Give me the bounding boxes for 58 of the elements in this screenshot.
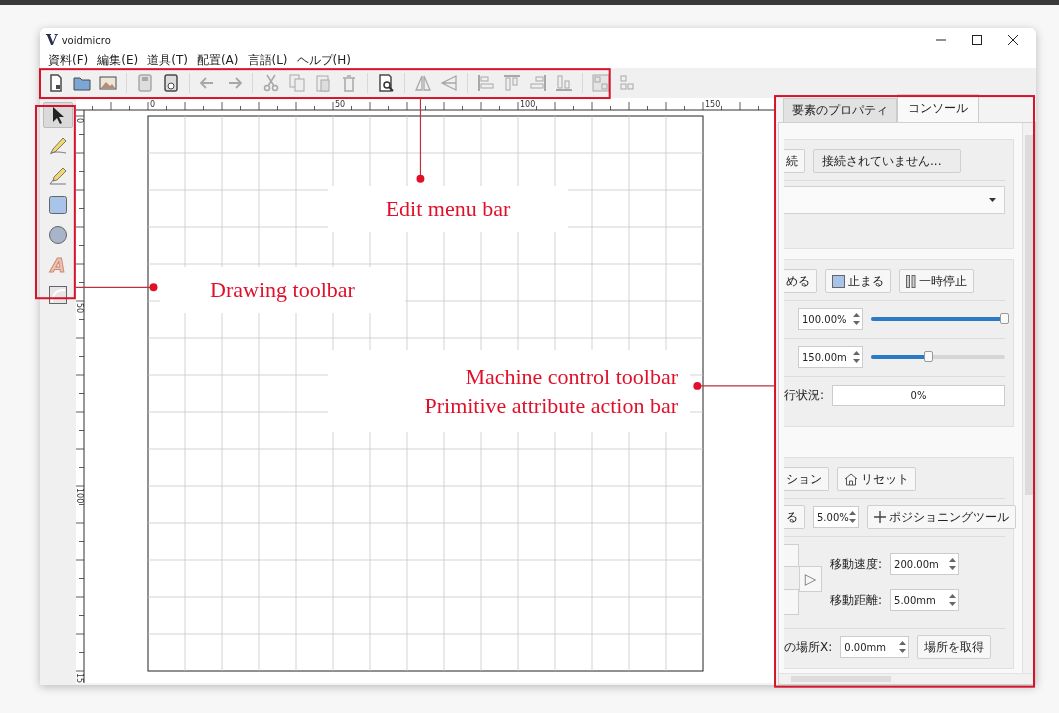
callout-label: Edit menu bar (384, 196, 512, 222)
positioning-tool-button[interactable]: ポジショニングツール (866, 505, 1016, 529)
pointer-icon[interactable] (43, 102, 73, 128)
jog-button[interactable] (784, 589, 799, 615)
origin-button[interactable]: ション (784, 467, 829, 491)
jog-right-button[interactable]: ▷ (799, 566, 822, 592)
move-button[interactable]: る (784, 505, 805, 529)
menu-item[interactable]: 編集(E) (97, 51, 139, 69)
reset-button[interactable]: リセット (837, 467, 916, 491)
menu-item[interactable]: 配置(A) (196, 51, 239, 69)
plus-icon (873, 511, 886, 523)
jog-button[interactable] (784, 544, 799, 567)
window-title: voidmicro (61, 34, 111, 46)
field-label: の場所X: (784, 638, 833, 656)
image-icon[interactable] (98, 73, 118, 93)
menu-item[interactable]: 資料(F) (48, 51, 89, 69)
location-button[interactable]: 場所を取得 (917, 635, 992, 659)
ruler-label: 100 (76, 488, 84, 504)
callout-label: Drawing toolbar (209, 277, 356, 303)
spin-box[interactable]: 5.00mm (890, 589, 960, 611)
close-icon[interactable] (1008, 35, 1018, 45)
start-button[interactable]: める (784, 269, 817, 293)
ruler-label: 50 (76, 303, 84, 314)
spin-box[interactable]: 200.00m (890, 553, 960, 575)
spin-box[interactable]: 100.00% (798, 308, 864, 330)
field-label: 移動距離: (830, 591, 883, 609)
port-dropdown[interactable] (784, 186, 1005, 214)
spin-box[interactable]: 150.00m (798, 346, 864, 368)
home-icon (844, 472, 858, 486)
scrollbar[interactable] (779, 673, 1035, 684)
pause-button[interactable]: 一時停止 (899, 269, 974, 293)
ruler-label: 50 (335, 100, 346, 109)
tab[interactable]: コンソール (897, 94, 979, 122)
connect-button[interactable]: 続 (784, 149, 805, 173)
ruler-label: 0 (150, 100, 156, 109)
connection-status-button[interactable]: 接続されていません... (813, 149, 961, 173)
menu-item[interactable]: 道具(T) (147, 51, 188, 69)
menu-item[interactable]: 言語(L) (247, 51, 288, 69)
stop-button[interactable]: 止まる (825, 269, 891, 293)
ruler-label: 100 (520, 100, 536, 109)
menu-item[interactable]: ヘルプ(H) (296, 51, 351, 69)
spin-box[interactable]: 0.00mm (840, 636, 910, 658)
maximize-icon[interactable] (972, 35, 982, 45)
stop-icon (832, 274, 845, 288)
ruler-label: 150 (705, 100, 721, 109)
ruler-label: 0 (76, 118, 84, 124)
callout-label: Primitive attribute action bar (423, 392, 678, 419)
app-logo: V (46, 31, 58, 49)
document-search-icon[interactable] (376, 73, 396, 93)
save-as-icon[interactable] (161, 73, 181, 93)
tab[interactable]: 要素のプロパティ (783, 98, 897, 122)
callout-label: Machine control toolbar (464, 363, 678, 390)
spin-box[interactable]: 5.00% (813, 506, 859, 528)
ruler-label: 15 (76, 673, 84, 683)
pause-icon (906, 274, 916, 288)
caret-icon (989, 198, 996, 202)
field-label: 移動速度: (830, 555, 883, 573)
field-label: 行状況: (784, 386, 825, 404)
